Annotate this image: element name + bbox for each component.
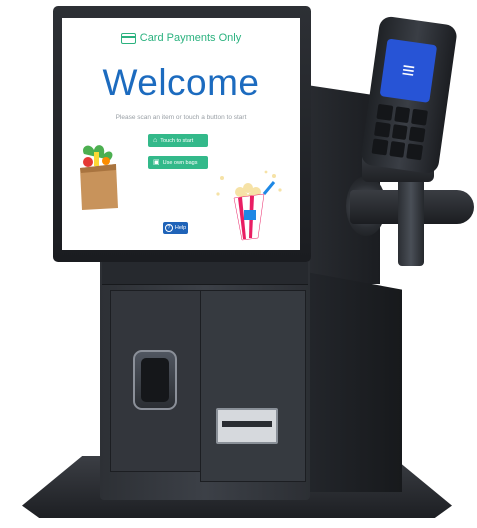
keypad-key[interactable]	[388, 141, 406, 158]
help-label: Help	[174, 225, 187, 231]
touch-to-start-button[interactable]: ⌂ Touch to start	[148, 134, 208, 147]
receipt-slot-opening	[222, 421, 272, 427]
keypad-key[interactable]	[393, 106, 411, 123]
use-own-bags-button[interactable]: ▣ Use own bags	[148, 156, 208, 169]
cabinet-top-band	[102, 262, 308, 285]
welcome-subtitle: Please scan an item or touch a button to…	[115, 114, 247, 121]
grocery-bag-illustration	[80, 145, 118, 210]
keypad-key[interactable]	[411, 108, 428, 126]
card-terminal[interactable]: ≡	[359, 15, 459, 175]
keypad-key[interactable]	[406, 143, 424, 161]
keypad-key[interactable]	[371, 138, 389, 156]
popcorn-illustration	[216, 170, 282, 241]
keypad-key[interactable]	[408, 126, 426, 143]
basket-icon: ⌂	[153, 137, 158, 144]
bag-icon: ▣	[153, 159, 160, 166]
question-circle-icon: ?	[164, 224, 173, 232]
self-checkout-kiosk: ≡ Card Payments Only Welcome Please scan…	[0, 0, 477, 528]
cabinet-door-right	[200, 290, 306, 482]
touch-to-start-label: Touch to start	[160, 137, 194, 144]
touch-screen[interactable]: Card Payments Only Welcome Please scan a…	[62, 18, 300, 250]
receipt-slot[interactable]	[216, 408, 278, 444]
coin-window-glass	[141, 358, 169, 402]
contactless-icon: ≡	[379, 38, 438, 103]
terminal-keypad[interactable]	[371, 103, 428, 161]
keypad-key[interactable]	[376, 103, 393, 121]
help-button[interactable]: ? Help	[163, 222, 188, 234]
use-own-bags-label: Use own bags	[162, 159, 198, 166]
keypad-key[interactable]	[391, 123, 409, 141]
welcome-title: Welcome	[102, 62, 260, 103]
coin-window	[133, 350, 177, 410]
payment-header: Card Payments Only	[62, 32, 300, 44]
cabinet-side-panel	[306, 272, 402, 492]
keypad-key[interactable]	[373, 121, 391, 138]
credit-card-icon	[120, 32, 136, 44]
payment-header-label: Card Payments Only	[139, 32, 242, 44]
